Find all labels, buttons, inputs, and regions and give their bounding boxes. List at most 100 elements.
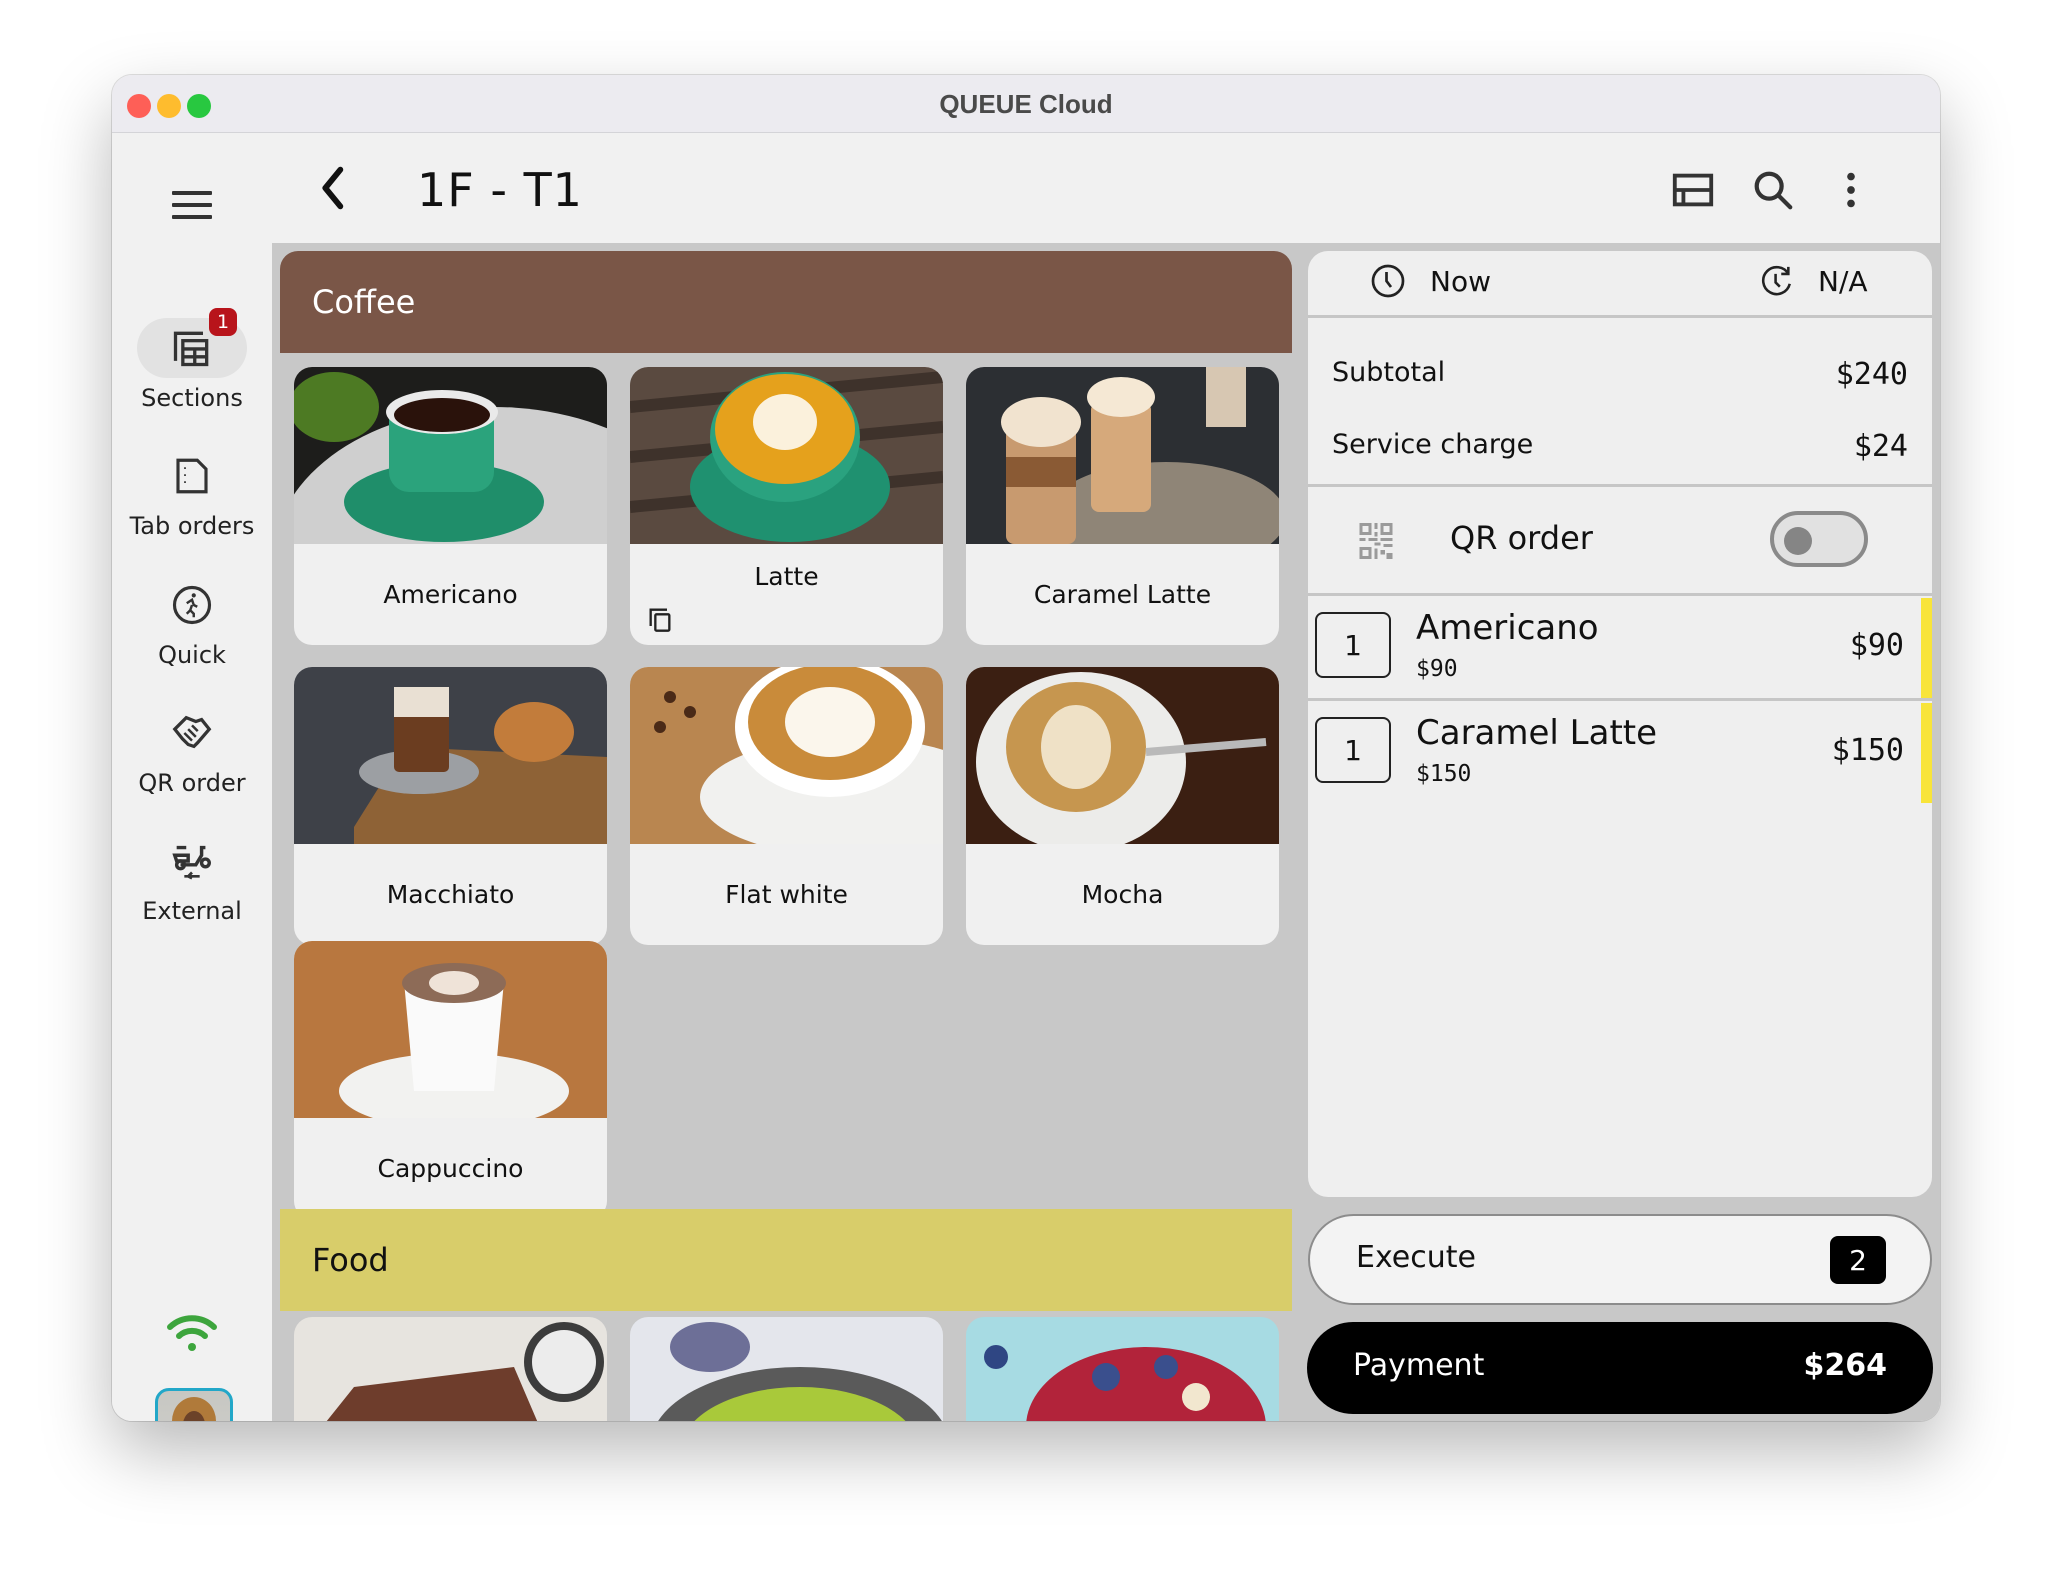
sidebar-item-label: Quick [158,641,226,669]
salad-image [630,1317,943,1421]
sidebar-item-external-icon-wrap [137,831,247,891]
flat-white-image [630,667,943,844]
layout-icon[interactable] [1670,167,1716,213]
order-item-name: Americano [1416,608,1599,648]
execute-count-badge: 2 [1830,1236,1886,1284]
cappuccino-image [294,941,607,1118]
menu-item-food-1[interactable] [294,1317,607,1421]
payment-button[interactable]: Payment $264 [1307,1322,1933,1414]
pickup-time-button[interactable]: N/A [1760,263,1868,299]
quantity-box[interactable]: 1 [1315,612,1391,678]
sections-badge: 1 [209,308,237,336]
order-item-name: Caramel Latte [1416,713,1658,753]
top-bar: 1F - T1 [272,133,1940,243]
steak-image [294,1317,607,1421]
sidebar-item-qr-order[interactable]: QR order [112,703,272,797]
order-item-unit-price: $150 [1416,761,1472,787]
fruit-bowl-image [966,1317,1279,1421]
wifi-icon [167,1315,217,1351]
delivery-scooter-icon [172,845,211,880]
sidebar-item-qr-order-icon-wrap [137,703,247,763]
menu-item-mocha[interactable]: Mocha [966,667,1279,945]
order-panel: Now N/A Subtotal $240 Service charge $24 [1308,251,1932,1197]
category-header-coffee[interactable]: Coffee [280,251,1292,353]
sidebar-item-tab-orders-icon-wrap [137,446,247,506]
sidebar-item-tab-orders[interactable]: Tab orders [112,446,272,540]
subtotal-label: Subtotal [1332,357,1446,388]
quantity-box[interactable]: 1 [1315,717,1391,783]
menu-item-label: Flat white [725,880,848,909]
service-charge-row: Service charge $24 [1332,429,1908,464]
category-name: Coffee [312,283,416,321]
order-time-label: Now [1430,264,1491,298]
sidebar-item-external[interactable]: External [112,831,272,925]
subtotal-row: Subtotal $240 [1332,357,1908,392]
sidebar: 1 Sections Tab orders Quick QR order Ext… [112,133,272,1421]
category-header-food[interactable]: Food [280,1209,1292,1311]
payment-total: $264 [1803,1348,1888,1383]
sidebar-item-label: External [142,897,242,925]
window-title: QUEUE Cloud [939,89,1113,119]
order-time-button[interactable]: Now [1370,263,1491,299]
menu-item-caramel-latte[interactable]: Caramel Latte [966,367,1279,645]
menu-item-label: Macchiato [386,880,515,909]
toggle-knob [1784,527,1812,555]
menu-item-label: Caramel Latte [1033,580,1212,609]
payment-label: Payment [1353,1348,1485,1383]
handshake-icon [172,715,212,749]
menu-item-latte[interactable]: Latte [630,367,943,645]
qr-order-row: QR order [1308,487,1932,593]
pending-status-bar [1921,598,1932,698]
clock-refresh-icon [1761,265,1791,296]
back-icon[interactable] [312,163,352,213]
running-person-icon [172,585,212,625]
menu-item-label: Americano [383,580,518,609]
user-avatar[interactable] [155,1388,233,1421]
service-charge-label: Service charge [1332,429,1534,460]
subtotal-value: $240 [1835,357,1908,392]
app-window: QUEUE Cloud 1 Sections Tab orders Quick … [112,75,1940,1421]
title-bar: QUEUE Cloud [112,75,1940,133]
qr-order-label: QR order [1450,519,1593,557]
menu-item-flat-white[interactable]: Flat white [630,667,943,945]
menu-item-food-2[interactable] [630,1317,943,1421]
order-item-row[interactable]: 1 Caramel Latte $150 $150 [1308,701,1932,803]
order-item-total: $150 [1831,733,1904,768]
sidebar-item-label: QR order [138,769,246,797]
variants-copy-icon [649,608,671,632]
menu-item-cappuccino[interactable]: Cappuccino [294,941,607,1219]
menu-item-label: Cappuccino [377,1154,524,1183]
service-charge-value: $24 [1853,429,1908,464]
avatar-image [172,1397,216,1421]
macchiato-image [294,667,607,844]
menu-item-label: Latte [754,562,819,591]
sidebar-item-label: Sections [141,384,243,412]
order-item-unit-price: $90 [1416,656,1458,682]
execute-label: Execute [1356,1240,1476,1275]
pending-status-bar [1921,703,1932,803]
latte-image [630,367,943,544]
menu-item-label: Mocha [1081,880,1164,909]
mocha-image [966,667,1279,844]
order-time-row: Now N/A [1308,251,1932,318]
menu-item-food-3[interactable] [966,1317,1279,1421]
sidebar-item-quick[interactable]: Quick [112,575,272,669]
execute-button[interactable]: Execute 2 [1308,1214,1932,1305]
order-item-total: $90 [1849,628,1904,663]
americano-image [294,367,607,544]
search-icon[interactable] [1750,167,1796,213]
order-area: Now N/A Subtotal $240 Service charge $24 [1300,243,1940,1421]
menu-icon[interactable] [172,191,212,221]
menu-item-americano[interactable]: Americano [294,367,607,645]
sidebar-item-sections[interactable]: 1 Sections [112,308,272,412]
clock-icon [1371,264,1405,298]
more-vert-icon[interactable] [1828,167,1874,213]
menu-item-macchiato[interactable]: Macchiato [294,667,607,945]
sidebar-item-sections-icon-wrap: 1 [137,308,247,378]
menu-grid: Coffee Americano Latte Caramel Latte Mac… [272,243,1300,1421]
table-grid-icon [173,331,209,367]
pickup-time-label: N/A [1818,264,1868,298]
tab-document-icon [176,458,208,494]
qr-order-toggle[interactable] [1770,511,1868,567]
order-item-row[interactable]: 1 Americano $90 $90 [1308,596,1932,698]
